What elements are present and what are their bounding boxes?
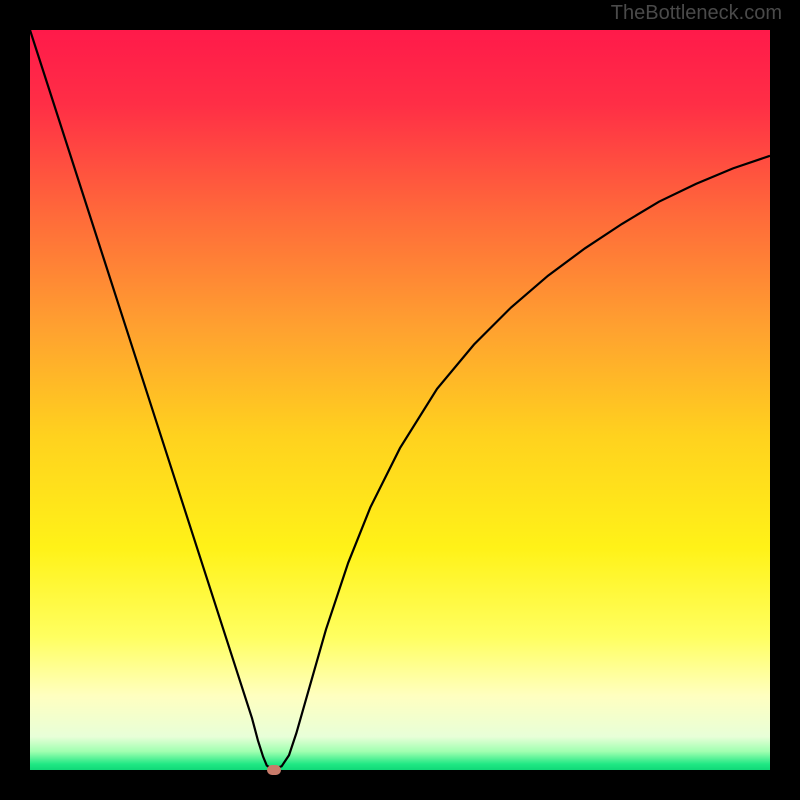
watermark-text: TheBottleneck.com bbox=[611, 2, 782, 25]
chart-container bbox=[30, 30, 770, 770]
chart-svg bbox=[30, 30, 770, 770]
chart-background bbox=[30, 30, 770, 770]
optimal-point-marker bbox=[267, 765, 281, 775]
